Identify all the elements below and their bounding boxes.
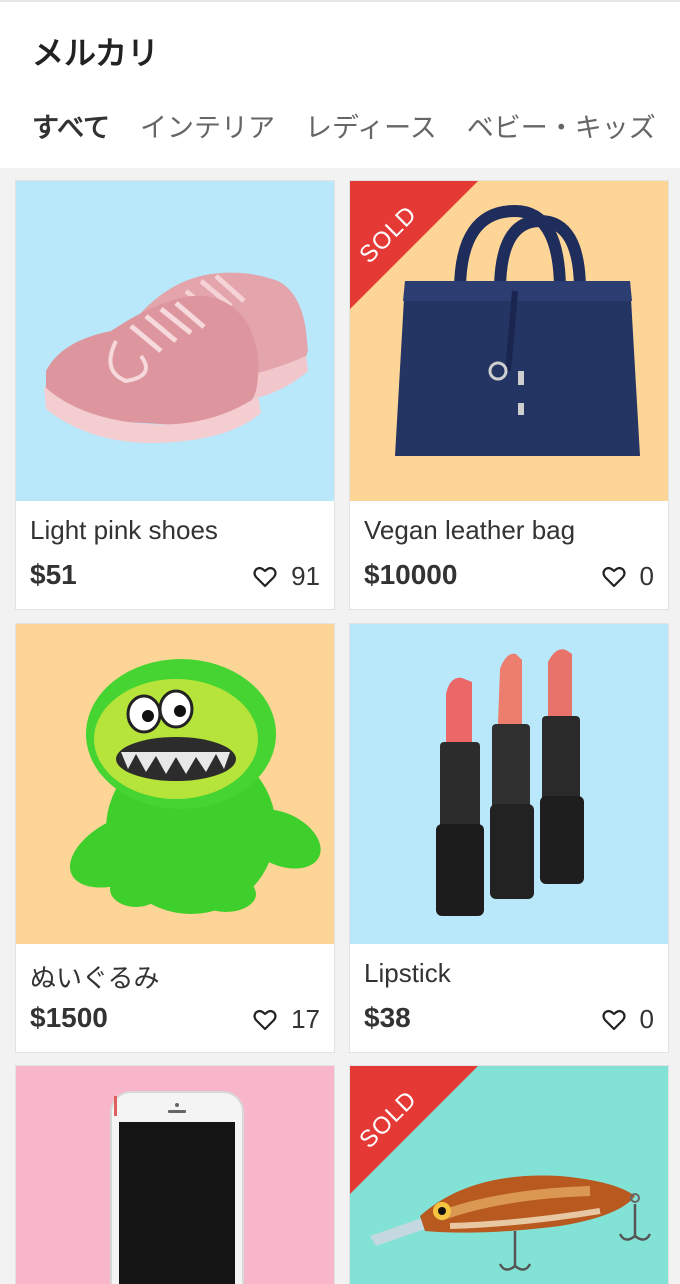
item-info: Lipstick $38 0 — [350, 944, 668, 1052]
tab-baby-kids[interactable]: ベビー・キッズ — [467, 106, 656, 145]
item-card[interactable]: Light pink shoes $51 91 — [15, 180, 335, 610]
like-button[interactable]: 91 — [253, 561, 320, 592]
heart-icon — [601, 566, 626, 587]
item-photo: SOLD — [350, 1066, 668, 1284]
item-photo — [16, 1066, 334, 1284]
heart-icon — [253, 566, 277, 587]
heart-icon — [601, 1009, 626, 1030]
item-name: Lipstick — [364, 958, 451, 988]
item-photo — [350, 624, 668, 944]
green-plush-toy-image — [69, 659, 321, 914]
item-price: $51 — [30, 559, 77, 590]
item-price: $1500 — [30, 1002, 108, 1033]
item-photo — [16, 624, 334, 944]
item-info: Light pink shoes $51 91 — [16, 501, 334, 609]
like-count: 0 — [639, 1004, 654, 1034]
item-card[interactable]: SOLD — [349, 1065, 669, 1284]
item-info: Vegan leather bag $10000 0 — [350, 501, 668, 609]
smartphone-image — [110, 1091, 244, 1284]
app-header: メルカリ すべて インテリア レディース ベビー・キッズ — [0, 0, 680, 168]
item-info: ぬいぐるみ $1500 17 — [16, 944, 334, 1052]
like-button[interactable]: 0 — [601, 1004, 654, 1035]
item-name: ぬいぐるみ — [30, 963, 160, 993]
like-count: 91 — [291, 561, 320, 591]
like-count: 0 — [639, 561, 654, 591]
item-name: Vegan leather bag — [364, 515, 576, 545]
item-price: $10000 — [364, 559, 458, 590]
item-photo: SOLD — [350, 181, 668, 501]
lipsticks-image — [436, 649, 584, 916]
like-button[interactable]: 0 — [601, 561, 654, 592]
item-card[interactable]: SOLD Vegan leather bag $10000 0 — [349, 180, 669, 610]
tab-interior[interactable]: インテリア — [140, 106, 275, 145]
item-card[interactable] — [15, 1065, 335, 1284]
tab-all[interactable]: すべて — [32, 106, 110, 145]
heart-icon — [253, 1009, 277, 1030]
like-button[interactable]: 17 — [253, 1004, 320, 1035]
app-title: メルカリ — [32, 34, 160, 72]
item-price: $38 — [364, 1002, 411, 1033]
tab-ladies[interactable]: レディース — [305, 106, 437, 145]
item-card[interactable]: Lipstick $38 0 — [349, 623, 669, 1053]
like-count: 17 — [291, 1004, 320, 1034]
item-name: Light pink shoes — [30, 515, 218, 545]
item-card[interactable]: ぬいぐるみ $1500 17 — [15, 623, 335, 1053]
item-photo — [16, 181, 334, 501]
category-tabs: すべて インテリア レディース ベビー・キッズ — [32, 106, 680, 145]
pink-sneakers-image — [44, 272, 308, 443]
